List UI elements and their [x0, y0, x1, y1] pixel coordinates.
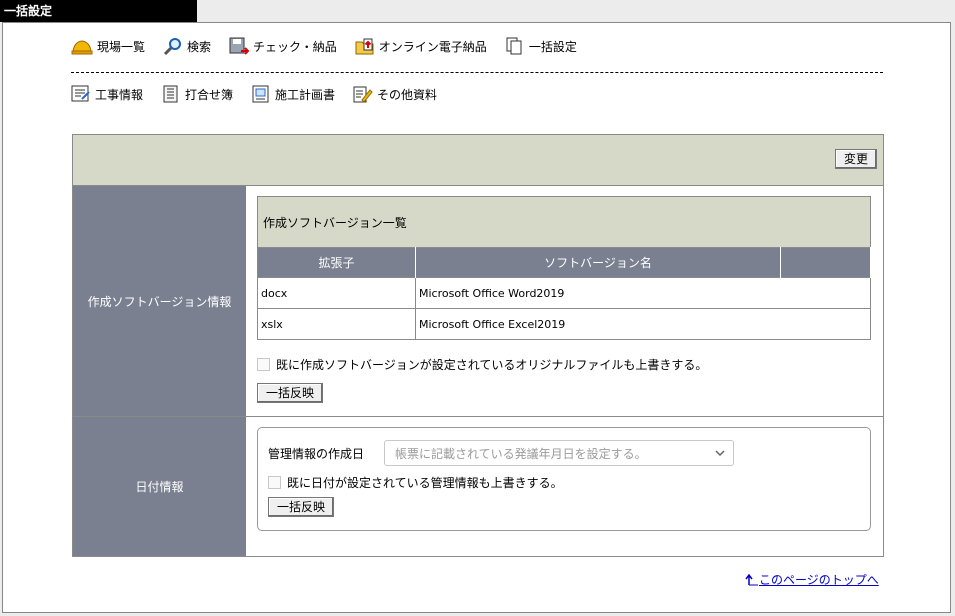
cell-extension: docx: [257, 277, 416, 309]
nav-row-secondary: 工事情報 打合せ簿 施工計画書 その他資料: [71, 85, 455, 103]
save-icon: [229, 37, 250, 55]
arrow-up-icon: [745, 573, 758, 585]
nav-item-check-deliver[interactable]: チェック・納品: [229, 37, 337, 55]
nav-label: 打合せ簿: [185, 87, 234, 102]
hardhat-icon: [71, 40, 93, 55]
creation-date-line: 管理情報の作成日 帳票に記載されている発議年月日を設定する。: [268, 440, 860, 466]
report-icon: [71, 85, 90, 102]
software-apply-button[interactable]: 一括反映: [257, 383, 324, 403]
notebook-icon: [163, 85, 178, 103]
date-overwrite-option: 既に日付が設定されている管理情報も上書きする。: [268, 474, 860, 491]
table-row: xslx Microsoft Office Excel2019: [257, 308, 871, 340]
nav-label: その他資料: [377, 87, 438, 102]
page-title: 一括設定: [0, 0, 197, 22]
select-value: 帳票に記載されている発議年月日を設定する。: [395, 446, 647, 461]
nav-row-primary: 現場一覧 検索 チェック・納品 オンライン電子納品 一括設定: [71, 37, 595, 55]
column-header-empty: [780, 247, 871, 278]
date-overwrite-label: 既に日付が設定されている管理情報も上書きする。: [287, 476, 563, 490]
nav-item-construction-plan[interactable]: 施工計画書: [251, 85, 335, 103]
date-apply-button[interactable]: 一括反映: [268, 497, 335, 517]
software-overwrite-option: 既に作成ソフトバージョンが設定されているオリジナルファイルも上書きする。: [257, 356, 873, 373]
chevron-down-icon: [715, 450, 725, 456]
nav-label: 工事情報: [95, 87, 144, 102]
change-button[interactable]: 変更: [834, 149, 877, 169]
software-version-label: 作成ソフトバージョン情報: [73, 186, 246, 416]
version-table: 拡張子 ソフトバージョン名 docx Microsoft Office Word…: [257, 247, 871, 340]
edit-doc-icon: [353, 86, 373, 103]
date-settings-box: 管理情報の作成日 帳票に記載されている発議年月日を設定する。 既に日付が設定され…: [257, 427, 871, 531]
software-version-body: 作成ソフトバージョン一覧 拡張子 ソフトバージョン名 docx Microsof…: [246, 186, 883, 416]
column-header-extension: 拡張子: [257, 247, 416, 278]
cell-software-name: Microsoft Office Word2019: [415, 277, 871, 309]
nav-item-work-info[interactable]: 工事情報: [71, 85, 143, 103]
software-version-row: 作成ソフトバージョン情報 作成ソフトバージョン一覧 拡張子 ソフトバージョン名 …: [73, 186, 883, 417]
nav-item-other-docs[interactable]: その他資料: [353, 85, 437, 103]
nav-label: 現場一覧: [97, 39, 146, 54]
upload-folder-icon: [355, 38, 374, 55]
date-info-label: 日付情報: [73, 417, 246, 556]
settings-table: 変更 作成ソフトバージョン情報 作成ソフトバージョン一覧 拡張子 ソフトバージョ…: [72, 134, 884, 557]
nav-item-online-delivery[interactable]: オンライン電子納品: [355, 37, 487, 55]
plan-icon: [252, 85, 269, 103]
nav-item-site-list[interactable]: 現場一覧: [71, 37, 145, 55]
table-row: docx Microsoft Office Word2019: [257, 277, 871, 309]
nav-item-search[interactable]: 検索: [163, 37, 211, 55]
documents-icon: [506, 37, 522, 55]
nav-label: 一括設定: [528, 39, 577, 54]
date-info-row: 日付情報 管理情報の作成日 帳票に記載されている発議年月日を設定する。 既に日付…: [73, 417, 883, 556]
main-panel: 現場一覧 検索 チェック・納品 オンライン電子納品 一括設定 工事情報 打合せ簿…: [2, 22, 951, 613]
column-header-software-name: ソフトバージョン名: [415, 247, 781, 278]
nav-item-meeting-book[interactable]: 打合せ簿: [161, 85, 233, 103]
creation-date-label: 管理情報の作成日: [268, 446, 365, 461]
cell-extension: xslx: [257, 308, 416, 340]
nav-item-bulk-settings[interactable]: 一括設定: [505, 37, 577, 55]
software-overwrite-label: 既に作成ソフトバージョンが設定されているオリジナルファイルも上書きする。: [276, 358, 708, 372]
nav-label: チェック・納品: [253, 39, 337, 54]
version-table-title: 作成ソフトバージョン一覧: [257, 196, 871, 247]
nav-divider: [71, 72, 883, 73]
date-overwrite-checkbox[interactable]: [268, 476, 281, 489]
nav-label: 施工計画書: [275, 87, 336, 102]
page-top-link[interactable]: このページのトップへ: [745, 571, 879, 588]
search-icon: [163, 38, 182, 55]
cell-software-name: Microsoft Office Excel2019: [415, 308, 871, 340]
date-info-body: 管理情報の作成日 帳票に記載されている発議年月日を設定する。 既に日付が設定され…: [246, 417, 883, 556]
page-top-link-label: このページのトップへ: [759, 573, 879, 587]
table-header-row: 拡張子 ソフトバージョン名: [257, 247, 871, 278]
software-overwrite-checkbox[interactable]: [257, 358, 270, 371]
settings-header: 変更: [73, 135, 883, 186]
nav-label: オンライン電子納品: [378, 39, 487, 54]
creation-date-select[interactable]: 帳票に記載されている発議年月日を設定する。: [384, 440, 735, 466]
nav-label: 検索: [187, 39, 212, 54]
